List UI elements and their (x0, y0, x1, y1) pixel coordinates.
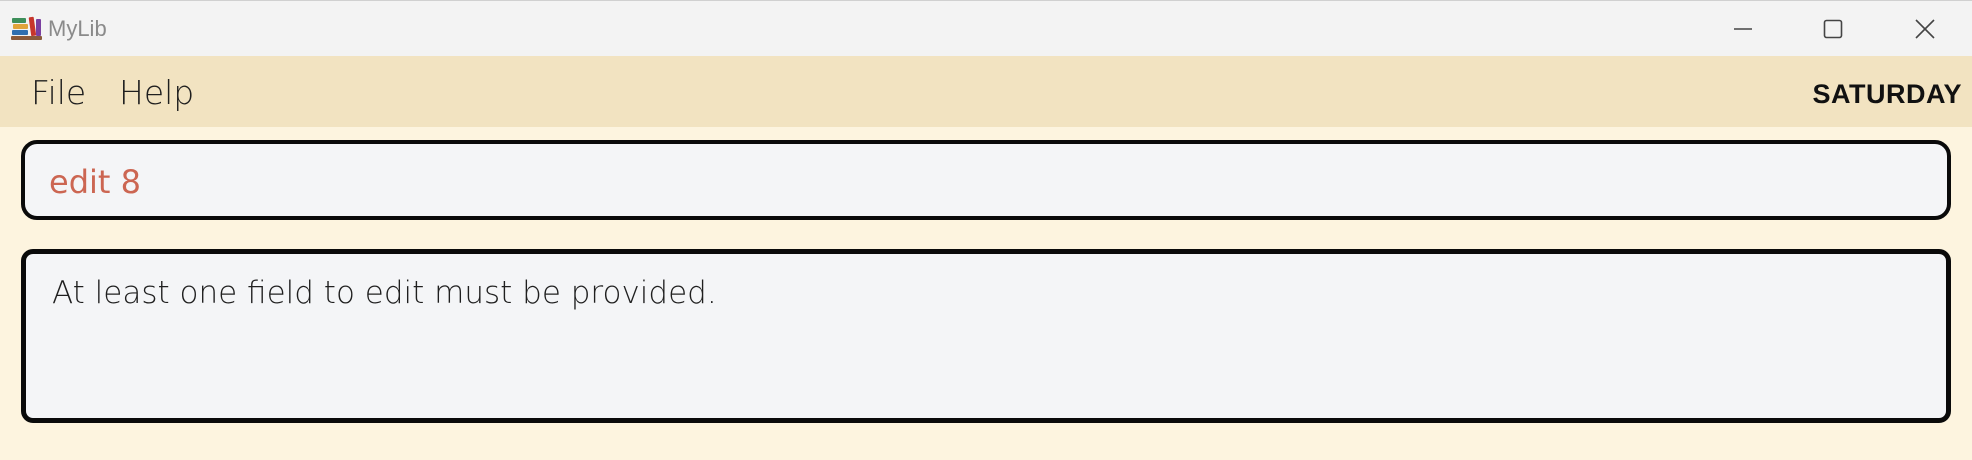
maximize-button[interactable] (1788, 1, 1878, 57)
result-message: At least one field to edit must be provi… (52, 275, 717, 311)
menu-file[interactable]: File (31, 74, 86, 112)
menu-help[interactable]: Help (119, 74, 194, 112)
command-box[interactable] (21, 140, 1951, 220)
books-icon (11, 15, 43, 41)
maximize-icon (1823, 19, 1843, 39)
minimize-icon (1734, 28, 1752, 30)
minimize-button[interactable] (1698, 1, 1788, 57)
day-label: SATURDAY (1812, 79, 1962, 109)
window-title: MyLib (48, 16, 107, 41)
menu-bar: File Help SATURDAY (0, 56, 1972, 127)
command-input[interactable] (49, 160, 1909, 204)
close-button[interactable] (1880, 1, 1970, 57)
title-bar: MyLib (0, 0, 1972, 56)
close-icon (1915, 19, 1935, 39)
result-display: At least one field to edit must be provi… (21, 249, 1951, 423)
